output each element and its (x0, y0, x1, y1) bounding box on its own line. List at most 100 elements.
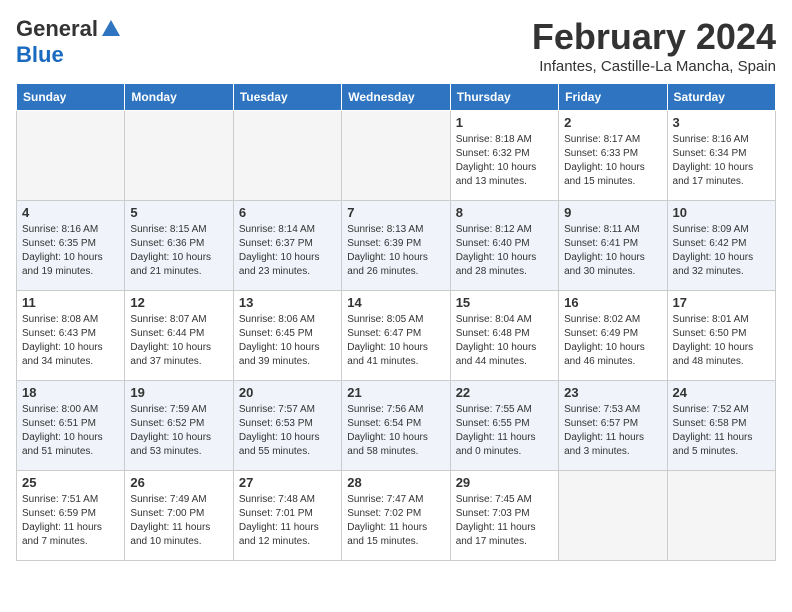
title-section: February 2024 Infantes, Castille-La Manc… (532, 16, 776, 75)
day-number: 3 (673, 115, 770, 130)
table-row: 24 Sunrise: 7:52 AM Sunset: 6:58 PM Dayli… (667, 381, 775, 471)
table-row: 22 Sunrise: 7:55 AM Sunset: 6:55 PM Dayli… (450, 381, 558, 471)
day-number: 14 (347, 295, 444, 310)
day-info: Sunrise: 7:47 AM Sunset: 7:02 PM Dayligh… (347, 493, 444, 549)
day-info: Sunrise: 8:07 AM Sunset: 6:44 PM Dayligh… (130, 313, 227, 369)
calendar-week-row: 1 Sunrise: 8:18 AM Sunset: 6:32 PM Daylig… (17, 111, 776, 201)
day-info: Sunrise: 8:11 AM Sunset: 6:41 PM Dayligh… (564, 223, 661, 279)
table-row (17, 111, 125, 201)
day-info: Sunrise: 8:06 AM Sunset: 6:45 PM Dayligh… (239, 313, 336, 369)
table-row: 8 Sunrise: 8:12 AM Sunset: 6:40 PM Daylig… (450, 201, 558, 291)
day-number: 10 (673, 205, 770, 220)
day-info: Sunrise: 7:59 AM Sunset: 6:52 PM Dayligh… (130, 403, 227, 459)
day-number: 26 (130, 475, 227, 490)
calendar-week-row: 4 Sunrise: 8:16 AM Sunset: 6:35 PM Daylig… (17, 201, 776, 291)
table-row: 25 Sunrise: 7:51 AM Sunset: 6:59 PM Dayli… (17, 471, 125, 561)
day-number: 27 (239, 475, 336, 490)
calendar-table: Sunday Monday Tuesday Wednesday Thursday… (16, 83, 776, 561)
day-number: 12 (130, 295, 227, 310)
day-number: 22 (456, 385, 553, 400)
day-number: 24 (673, 385, 770, 400)
table-row: 11Sunrise: 8:08 AM Sunset: 6:43 PM Dayli… (17, 291, 125, 381)
day-number: 5 (130, 205, 227, 220)
day-info: Sunrise: 8:14 AM Sunset: 6:37 PM Dayligh… (239, 223, 336, 279)
logo-icon (100, 18, 122, 40)
header-tuesday: Tuesday (233, 84, 341, 111)
day-info: Sunrise: 7:51 AM Sunset: 6:59 PM Dayligh… (22, 493, 119, 549)
day-number: 8 (456, 205, 553, 220)
table-row: 18 Sunrise: 8:00 AM Sunset: 6:51 PM Dayli… (17, 381, 125, 471)
day-info: Sunrise: 8:01 AM Sunset: 6:50 PM Dayligh… (673, 313, 770, 369)
header-friday: Friday (559, 84, 667, 111)
table-row: 20Sunrise: 7:57 AM Sunset: 6:53 PM Dayli… (233, 381, 341, 471)
table-row: 10 Sunrise: 8:09 AM Sunset: 6:42 PM Dayli… (667, 201, 775, 291)
day-info: Sunrise: 8:16 AM Sunset: 6:35 PM Dayligh… (22, 223, 119, 279)
table-row (342, 111, 450, 201)
table-row: 2 Sunrise: 8:17 AM Sunset: 6:33 PM Daylig… (559, 111, 667, 201)
day-info: Sunrise: 8:02 AM Sunset: 6:49 PM Dayligh… (564, 313, 661, 369)
table-row (667, 471, 775, 561)
table-row: 4 Sunrise: 8:16 AM Sunset: 6:35 PM Daylig… (17, 201, 125, 291)
calendar-week-row: 25 Sunrise: 7:51 AM Sunset: 6:59 PM Dayli… (17, 471, 776, 561)
day-info: Sunrise: 7:52 AM Sunset: 6:58 PM Dayligh… (673, 403, 770, 459)
day-number: 17 (673, 295, 770, 310)
header-monday: Monday (125, 84, 233, 111)
header-wednesday: Wednesday (342, 84, 450, 111)
day-number: 2 (564, 115, 661, 130)
table-row: 5Sunrise: 8:15 AM Sunset: 6:36 PM Daylig… (125, 201, 233, 291)
table-row: 26 Sunrise: 7:49 AM Sunset: 7:00 PM Dayli… (125, 471, 233, 561)
day-number: 15 (456, 295, 553, 310)
day-number: 21 (347, 385, 444, 400)
table-row (125, 111, 233, 201)
table-row: 14 Sunrise: 8:05 AM Sunset: 6:47 PM Dayli… (342, 291, 450, 381)
table-row: 29 Sunrise: 7:45 AM Sunset: 7:03 PM Dayli… (450, 471, 558, 561)
table-row (559, 471, 667, 561)
day-number: 9 (564, 205, 661, 220)
day-info: Sunrise: 8:17 AM Sunset: 6:33 PM Dayligh… (564, 133, 661, 189)
table-row: 7 Sunrise: 8:13 AM Sunset: 6:39 PM Daylig… (342, 201, 450, 291)
day-info: Sunrise: 7:55 AM Sunset: 6:55 PM Dayligh… (456, 403, 553, 459)
table-row (233, 111, 341, 201)
day-info: Sunrise: 8:00 AM Sunset: 6:51 PM Dayligh… (22, 403, 119, 459)
day-number: 18 (22, 385, 119, 400)
page-header: General Blue February 2024 Infantes, Cas… (16, 16, 776, 75)
day-number: 1 (456, 115, 553, 130)
day-info: Sunrise: 8:16 AM Sunset: 6:34 PM Dayligh… (673, 133, 770, 189)
day-info: Sunrise: 7:57 AM Sunset: 6:53 PM Dayligh… (239, 403, 336, 459)
day-info: Sunrise: 8:08 AM Sunset: 6:43 PM Dayligh… (22, 313, 119, 369)
day-number: 7 (347, 205, 444, 220)
logo: General Blue (16, 16, 124, 68)
day-info: Sunrise: 8:12 AM Sunset: 6:40 PM Dayligh… (456, 223, 553, 279)
month-year-title: February 2024 (532, 16, 776, 58)
day-number: 29 (456, 475, 553, 490)
day-number: 4 (22, 205, 119, 220)
day-info: Sunrise: 8:13 AM Sunset: 6:39 PM Dayligh… (347, 223, 444, 279)
table-row: 12 Sunrise: 8:07 AM Sunset: 6:44 PM Dayli… (125, 291, 233, 381)
header-thursday: Thursday (450, 84, 558, 111)
table-row: 1 Sunrise: 8:18 AM Sunset: 6:32 PM Daylig… (450, 111, 558, 201)
table-row: 13Sunrise: 8:06 AM Sunset: 6:45 PM Dayli… (233, 291, 341, 381)
day-number: 25 (22, 475, 119, 490)
day-number: 23 (564, 385, 661, 400)
table-row: 3 Sunrise: 8:16 AM Sunset: 6:34 PM Daylig… (667, 111, 775, 201)
calendar-week-row: 11Sunrise: 8:08 AM Sunset: 6:43 PM Dayli… (17, 291, 776, 381)
day-number: 19 (130, 385, 227, 400)
logo-blue-text: Blue (16, 42, 64, 68)
day-info: Sunrise: 7:48 AM Sunset: 7:01 PM Dayligh… (239, 493, 336, 549)
day-info: Sunrise: 7:49 AM Sunset: 7:00 PM Dayligh… (130, 493, 227, 549)
table-row: 9 Sunrise: 8:11 AM Sunset: 6:41 PM Daylig… (559, 201, 667, 291)
calendar-week-row: 18 Sunrise: 8:00 AM Sunset: 6:51 PM Dayli… (17, 381, 776, 471)
table-row: 6 Sunrise: 8:14 AM Sunset: 6:37 PM Daylig… (233, 201, 341, 291)
day-info: Sunrise: 8:09 AM Sunset: 6:42 PM Dayligh… (673, 223, 770, 279)
header-sunday: Sunday (17, 84, 125, 111)
day-info: Sunrise: 7:56 AM Sunset: 6:54 PM Dayligh… (347, 403, 444, 459)
table-row: 23 Sunrise: 7:53 AM Sunset: 6:57 PM Dayli… (559, 381, 667, 471)
day-info: Sunrise: 7:45 AM Sunset: 7:03 PM Dayligh… (456, 493, 553, 549)
table-row: 19 Sunrise: 7:59 AM Sunset: 6:52 PM Dayli… (125, 381, 233, 471)
day-info: Sunrise: 8:05 AM Sunset: 6:47 PM Dayligh… (347, 313, 444, 369)
day-number: 6 (239, 205, 336, 220)
day-info: Sunrise: 8:04 AM Sunset: 6:48 PM Dayligh… (456, 313, 553, 369)
logo-general-text: General (16, 16, 98, 42)
day-info: Sunrise: 7:53 AM Sunset: 6:57 PM Dayligh… (564, 403, 661, 459)
day-info: Sunrise: 8:18 AM Sunset: 6:32 PM Dayligh… (456, 133, 553, 189)
